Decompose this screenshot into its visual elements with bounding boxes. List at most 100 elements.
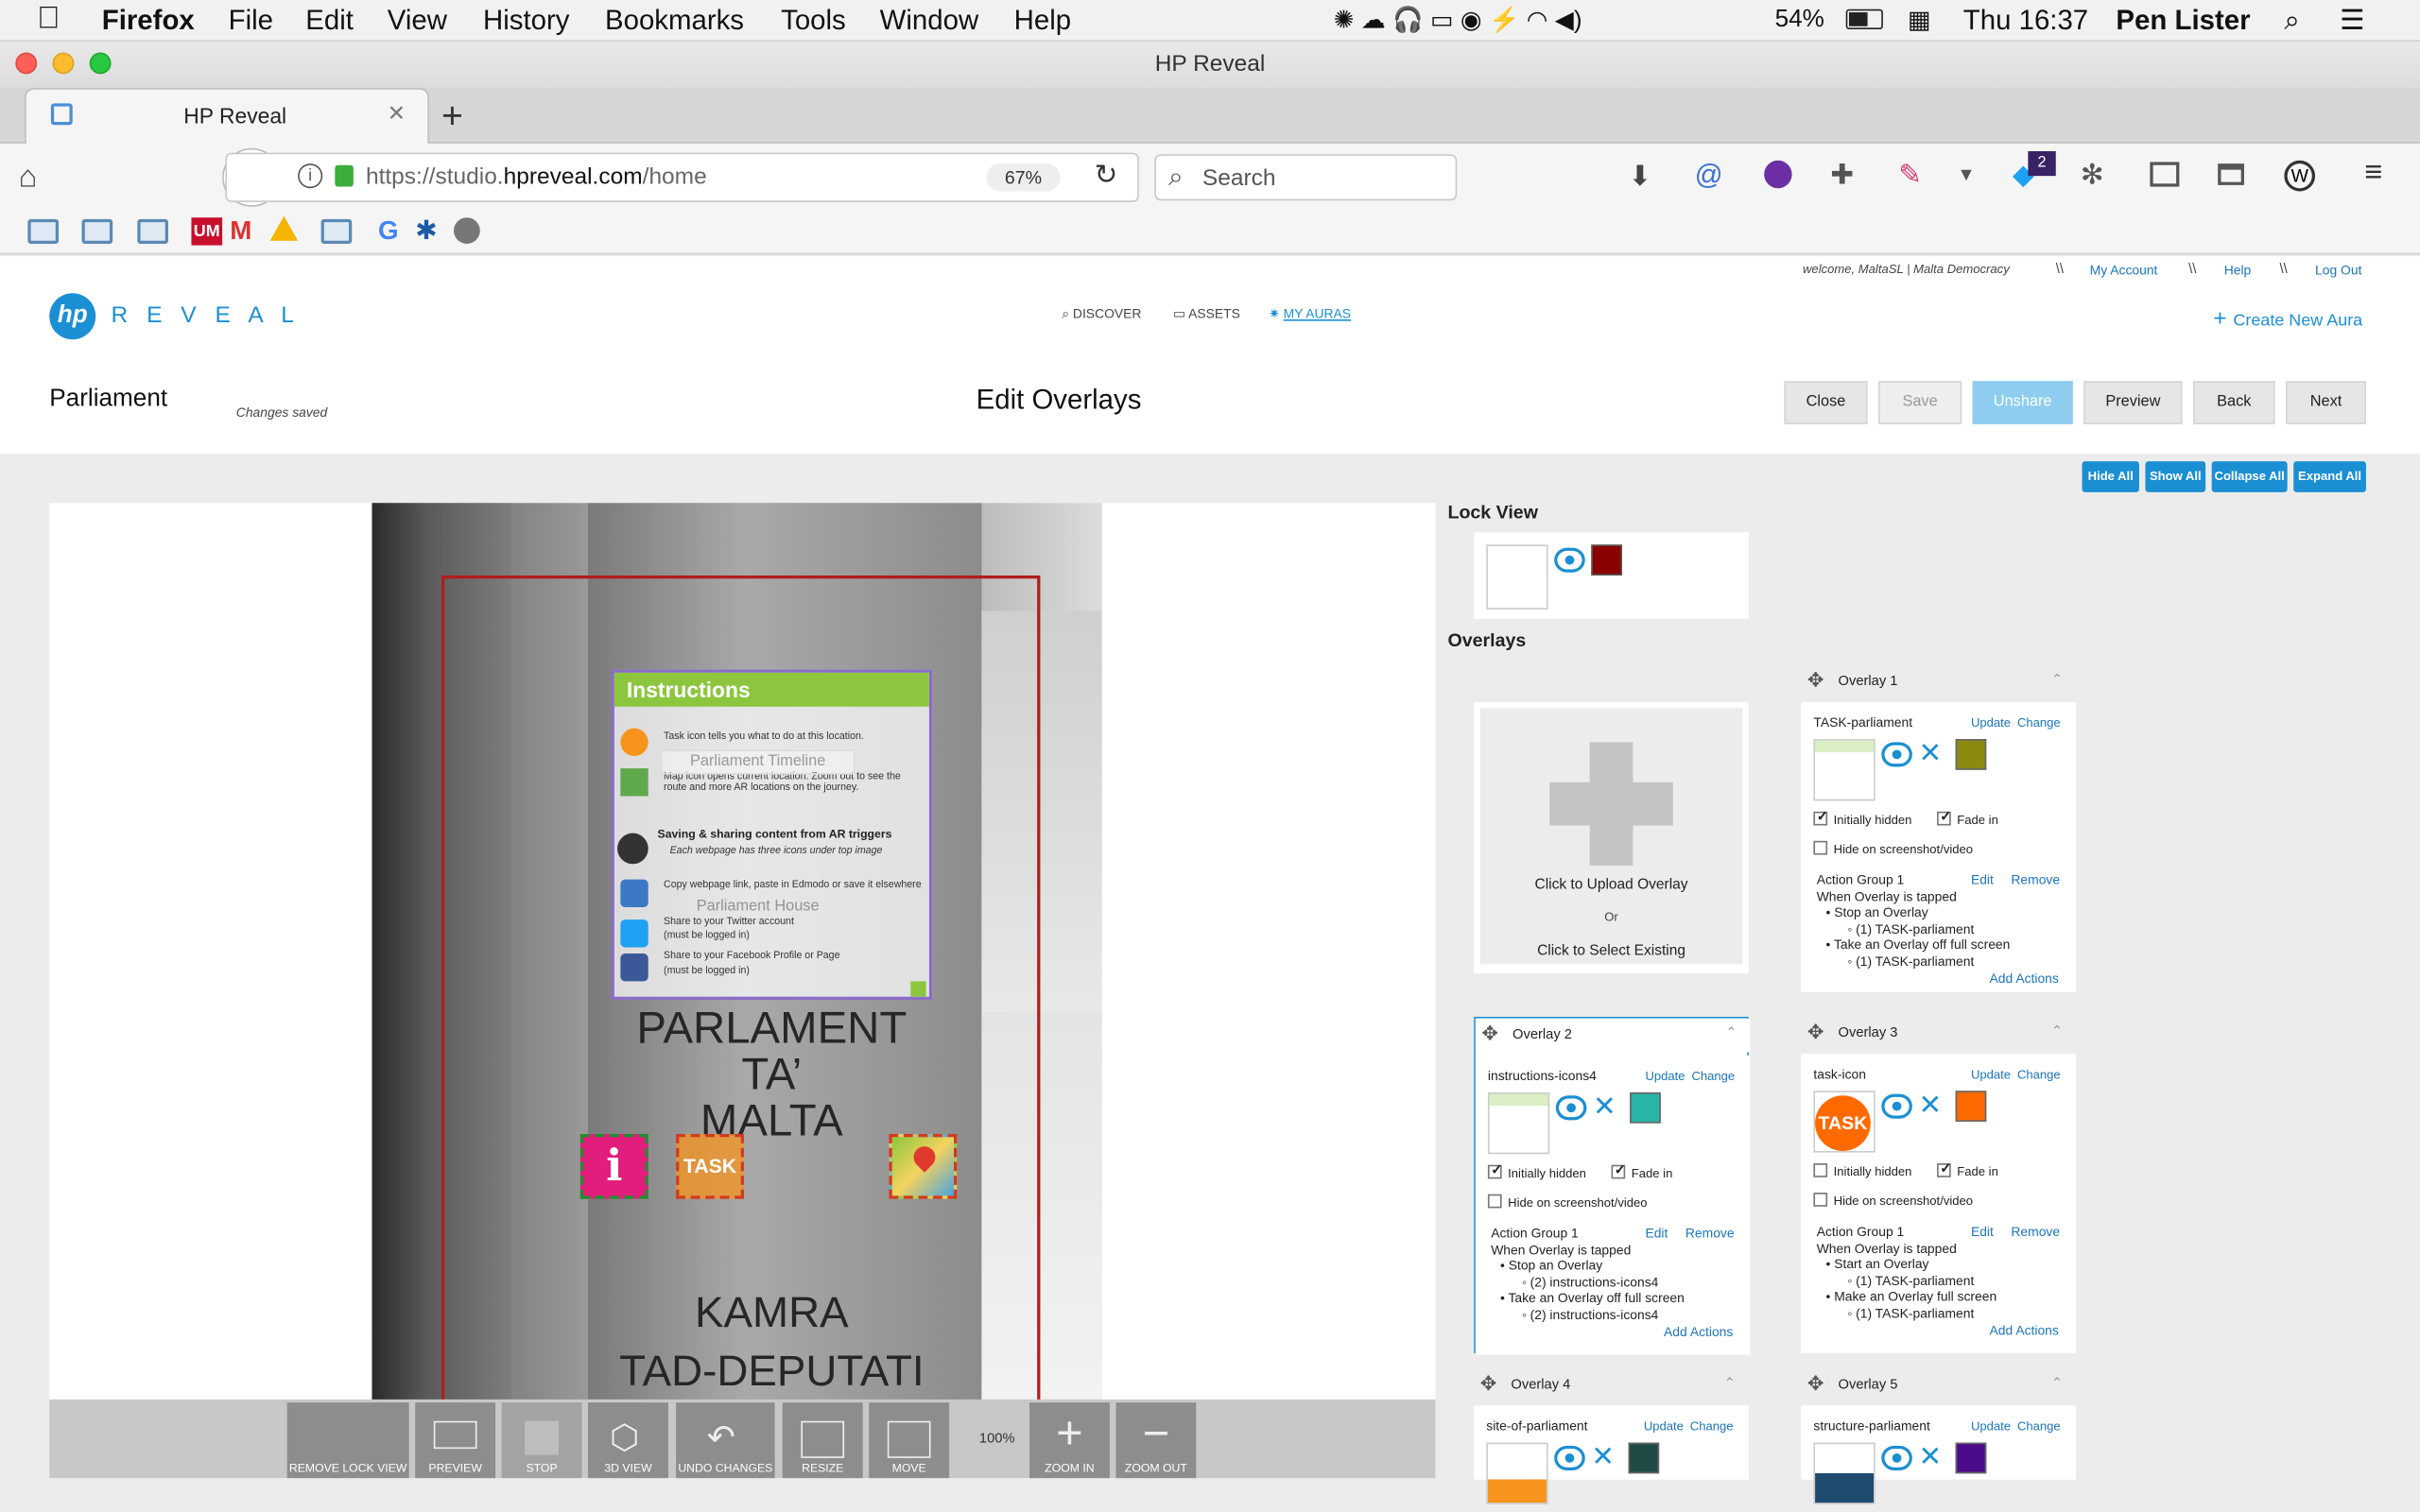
zoom-out-button[interactable]: − ZOOM OUT: [1115, 1402, 1197, 1479]
my-account-link[interactable]: My Account: [2090, 263, 2158, 278]
zoom-in-button[interactable]: + ZOOM IN: [1029, 1402, 1110, 1479]
select-existing-label[interactable]: Click to Select Existing: [1474, 943, 1749, 960]
zoom-window-button[interactable]: [89, 52, 112, 75]
overlay-thumbnail[interactable]: [1487, 1091, 1550, 1155]
move-handle-icon[interactable]: ✥: [1807, 668, 1824, 693]
collapse-icon[interactable]: ⌃: [2051, 1022, 2063, 1040]
puzzle-icon[interactable]: ✚: [1830, 159, 1854, 191]
nav-assets[interactable]: ▭ ASSETS: [1173, 305, 1240, 322]
remove-x-icon[interactable]: ✕: [1593, 1091, 1616, 1123]
url-bar[interactable]: i https://studio.hpreveal.com/home 67% ↻: [225, 152, 1139, 202]
broom-icon[interactable]: ✎: [1898, 159, 1922, 191]
overlay-color-swatch[interactable]: [1628, 1442, 1660, 1474]
tab-hp-reveal[interactable]: HP Reveal ✕: [25, 88, 429, 146]
remove-x-icon[interactable]: ✕: [1918, 737, 1942, 769]
zoom-badge[interactable]: 67%: [986, 163, 1061, 192]
checkbox[interactable]: ✓: [1611, 1162, 1626, 1180]
drive-icon[interactable]: [269, 215, 299, 241]
overlay-thumbnail[interactable]: [1813, 1442, 1876, 1504]
wordpress-icon[interactable]: W: [2284, 160, 2316, 192]
url-text[interactable]: https://studio.hpreveal.com/home: [366, 163, 707, 190]
map-overlay-icon[interactable]: [889, 1134, 958, 1199]
edit-action-link[interactable]: Edit: [1971, 1224, 1994, 1239]
menu-help[interactable]: Help: [1014, 5, 1071, 37]
battery-percent[interactable]: 54%: [1775, 7, 1824, 34]
eye-icon[interactable]: [1554, 1445, 1585, 1470]
download-icon[interactable]: ⬇: [1628, 161, 1651, 193]
hide-all-button[interactable]: Hide All: [2082, 461, 2139, 492]
collapse-icon[interactable]: ⌃: [1724, 1375, 1736, 1392]
remove-action-link[interactable]: Remove: [2011, 1224, 2060, 1239]
menu-tools[interactable]: Tools: [781, 5, 846, 37]
change-link[interactable]: Change: [2017, 1419, 2061, 1434]
remove-lock-view-button[interactable]: REMOVE LOCK VIEW: [286, 1402, 409, 1479]
change-link[interactable]: Change: [1690, 1419, 1734, 1434]
initially-hidden-option[interactable]: ✓ Initially hidden: [1813, 809, 1911, 827]
eye-hidden-icon[interactable]: [1881, 742, 1912, 767]
menu-app-name[interactable]: Firefox: [102, 5, 195, 37]
remove-action-link[interactable]: Remove: [1685, 1225, 1735, 1240]
overlay-thumbnail[interactable]: [1813, 739, 1876, 801]
fade-in-option[interactable]: ✓ Fade in: [1937, 1160, 1998, 1179]
home-icon[interactable]: ⌂: [19, 161, 38, 197]
preview-button[interactable]: Preview: [2083, 381, 2183, 424]
bookmark-folder-icon[interactable]: [81, 218, 113, 244]
checkbox[interactable]: [1813, 841, 1828, 856]
um-bookmark-icon[interactable]: UM: [191, 217, 223, 246]
checkbox[interactable]: [1813, 1163, 1828, 1178]
close-button[interactable]: Close: [1784, 381, 1868, 424]
remove-x-icon[interactable]: ✕: [1918, 1441, 1942, 1473]
info-overlay-icon[interactable]: i: [579, 1134, 648, 1199]
eye-icon[interactable]: [1881, 1445, 1912, 1470]
fade-in-option[interactable]: ✓ Fade in: [1937, 809, 1998, 827]
checkbox[interactable]: ✓: [1487, 1162, 1503, 1180]
timeline-overlay-label[interactable]: Parliament Timeline: [660, 749, 856, 775]
nav-my-auras[interactable]: ✷ MY AURAS: [1269, 305, 1351, 322]
lock-color-swatch[interactable]: [1591, 544, 1622, 576]
move-handle-icon[interactable]: ✥: [1480, 1371, 1497, 1396]
extension-virus-icon[interactable]: [1764, 160, 1792, 189]
search-box[interactable]: ⌕ Search: [1154, 154, 1458, 201]
fade-in-option[interactable]: ✓ Fade in: [1611, 1162, 1672, 1180]
overlay-color-swatch[interactable]: [1955, 1091, 1987, 1122]
close-tab-icon[interactable]: ✕: [388, 100, 406, 127]
expand-all-button[interactable]: Expand All: [2293, 461, 2366, 492]
edit-action-link[interactable]: Edit: [1645, 1225, 1668, 1240]
bookmark-folder-icon[interactable]: [27, 218, 60, 244]
create-new-aura-link[interactable]: + Create New Aura: [2213, 305, 2362, 332]
overlay-color-swatch[interactable]: [1955, 739, 1987, 770]
eye-icon[interactable]: [1881, 1093, 1912, 1119]
change-link[interactable]: Change: [1691, 1069, 1735, 1083]
apple-icon[interactable]: : [37, 2, 60, 38]
checkbox[interactable]: ✓: [1937, 1160, 1952, 1178]
google-icon[interactable]: G: [378, 216, 399, 248]
calendar-icon[interactable]: ▦: [1908, 5, 1931, 36]
new-tab-icon[interactable]: +: [441, 95, 463, 139]
menu-file[interactable]: File: [229, 5, 273, 37]
add-actions-link[interactable]: Add Actions: [1990, 971, 2059, 986]
update-link[interactable]: Update: [1645, 1069, 1685, 1083]
initially-hidden-option[interactable]: Initially hidden: [1813, 1163, 1911, 1179]
show-all-button[interactable]: Show All: [2145, 461, 2206, 492]
hp-logo[interactable]: hp: [49, 293, 96, 340]
change-link[interactable]: Change: [2017, 1068, 2061, 1082]
overlay-thumbnail[interactable]: [1486, 1442, 1548, 1504]
extension-swirl-icon[interactable]: @: [1695, 159, 1723, 191]
globe-icon[interactable]: [454, 217, 480, 244]
remove-action-link[interactable]: Remove: [2011, 871, 2060, 886]
update-link[interactable]: Update: [1644, 1419, 1684, 1434]
upload-overlay-card[interactable]: Click to Upload Overlay Or Click to Sele…: [1474, 701, 1749, 974]
move-handle-icon[interactable]: ✥: [1807, 1371, 1824, 1396]
menu-window[interactable]: Window: [880, 5, 979, 37]
instructions-overlay[interactable]: Instructions Task icon tells you what to…: [611, 669, 933, 1000]
unshare-button[interactable]: Unshare: [1972, 381, 2073, 424]
add-actions-link[interactable]: Add Actions: [1664, 1324, 1733, 1339]
user-name[interactable]: Pen Lister: [2116, 5, 2250, 37]
battery-icon[interactable]: [1845, 9, 1883, 30]
help-link[interactable]: Help: [2224, 263, 2252, 278]
collapse-icon[interactable]: ⌃: [2051, 1375, 2063, 1392]
add-actions-link[interactable]: Add Actions: [1990, 1322, 2059, 1337]
eye-icon[interactable]: [1554, 547, 1585, 573]
hamburger-menu-icon[interactable]: ≡: [2364, 156, 2382, 192]
edit-action-link[interactable]: Edit: [1971, 871, 1994, 886]
